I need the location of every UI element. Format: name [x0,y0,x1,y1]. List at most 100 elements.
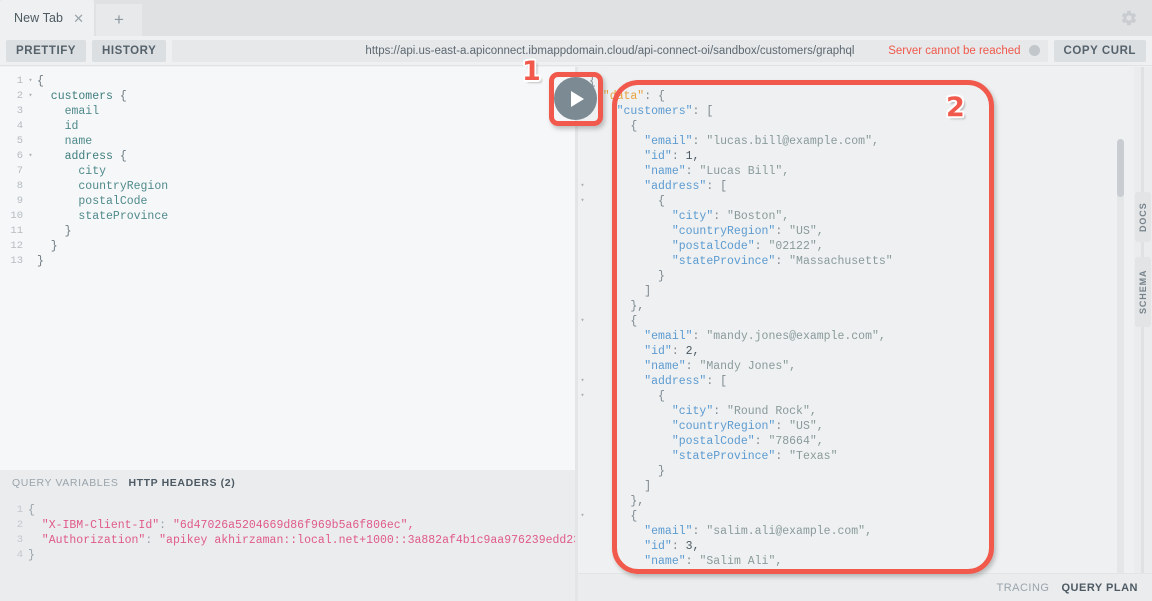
code-text: "email": "mandy.jones@example.com", [587,329,886,344]
connection-status: Server cannot be reached [888,40,1040,62]
code-token: : [692,525,707,538]
code-line: ▾ "customers": [ [578,104,1134,119]
code-line: 4} [0,548,578,563]
code-line: "countryRegion": "US", [578,224,1134,239]
fold-toggle-icon[interactable]: ▾ [578,509,587,524]
code-token: : [685,360,700,373]
code-token: "Massachusetts" [789,255,893,268]
tab-new-tab[interactable]: New Tab ✕ [0,0,95,36]
code-line: ▾ { [578,509,1134,524]
fold-toggle-icon[interactable]: ▾ [26,89,35,104]
execute-query-button[interactable] [552,75,599,122]
line-number: 11 [10,225,23,237]
code-token: "Mandy Jones", [699,360,797,373]
code-token: countryRegion [37,180,169,193]
fold-toggle-icon[interactable]: ▾ [578,374,587,389]
close-icon[interactable]: ✕ [73,12,84,25]
result-scrollbar[interactable] [1117,139,1124,573]
code-token: "email" [589,135,693,148]
code-line: ▾ "data": { [578,89,1134,104]
code-text: "city": "Round Rock", [587,404,817,419]
code-text: { [26,503,35,518]
code-line: ▾ { [578,119,1134,134]
code-token: : { [644,90,665,103]
fold-toggle-icon[interactable]: ▾ [578,314,587,329]
line-number: 3 [16,105,23,117]
fold-toggle-icon[interactable]: ▾ [578,179,587,194]
code-token: : [671,540,686,553]
play-icon [554,77,597,120]
code-line: 4 id [0,119,578,134]
tab-query-variables[interactable]: QUERY VARIABLES [12,477,118,489]
code-text: { [587,389,665,404]
code-token: { [119,150,127,163]
dock-tab-docs[interactable]: DOCS [1135,192,1151,242]
tab-http-headers[interactable]: HTTP HEADERS (2) [128,477,235,489]
code-line: "id": 3, [578,539,1134,554]
http-headers-code[interactable]: 1{2 "X-IBM-Client-Id": "6d47026a5204669d… [0,496,578,563]
code-token: : [671,345,686,358]
endpoint-url-field[interactable]: https://api.us-east-a.apiconnect.ibmappd… [172,39,1048,62]
query-editor-pane[interactable]: 1 ▾{2 ▾ customers {3 email 4 id 5 name 6 ▾ add… [0,67,578,470]
code-text: address { [35,149,127,164]
code-token: postalCode [37,195,148,208]
code-line: 13} [0,254,578,269]
code-token: email [37,105,100,118]
query-editor-code[interactable]: 1 ▾{2 ▾ customers {3 email 4 id 5 name 6 ▾ add… [0,67,578,269]
code-line: "stateProvince": "Texas" [578,449,1134,464]
history-button[interactable]: HISTORY [92,39,167,62]
code-token: "countryRegion" [589,225,776,238]
code-token: : [685,165,700,178]
code-token: : [ [706,180,728,193]
code-token: { [589,315,638,328]
code-text: "email": "salim.ali@example.com", [587,524,872,539]
code-line: 2 "X-IBM-Client-Id": "6d47026a5204669d86… [0,518,578,533]
code-line: ▾ { [578,389,1134,404]
graphiql-toolbar: PRETTIFY HISTORY https://api.us-east-a.a… [0,36,1152,66]
code-line: "name": "Salim Ali", [578,554,1134,569]
code-token: "mandy.jones@example.com", [706,330,886,343]
code-text: { [587,194,665,209]
code-token: { [589,510,638,523]
graphiql-app: New Tab ✕ + PRETTIFY HISTORY https://api… [0,0,1152,601]
code-line: "postalCode": "78664", [578,434,1134,449]
code-text: "city": "Boston", [587,209,789,224]
code-line: "id": 2, [578,344,1134,359]
line-number: 2 [16,519,23,531]
footer-tab-tracing[interactable]: TRACING [996,582,1049,594]
line-number: 2 [16,90,23,102]
code-text: id [35,119,79,134]
code-token: "78664", [768,435,824,448]
code-token: : [713,210,728,223]
code-text: }, [587,494,644,509]
code-line: 11 } [0,224,578,239]
code-token: "city" [589,210,714,223]
prettify-button[interactable]: PRETTIFY [6,39,86,62]
code-line: 12 } [0,239,578,254]
gear-icon[interactable] [1118,7,1140,29]
code-text: ] [587,479,651,494]
code-text: "name": "Lucas Bill", [587,164,789,179]
fold-toggle-icon[interactable]: ▾ [578,194,587,209]
dock-tab-schema[interactable]: SCHEMA [1135,257,1151,327]
plus-icon[interactable]: + [96,4,143,36]
code-text: "name": "Mandy Jones", [587,359,796,374]
fold-toggle-icon[interactable]: ▾ [578,389,587,404]
code-text: email [35,104,100,119]
copy-curl-button[interactable]: COPY CURL [1053,39,1146,62]
result-scrollbar-thumb[interactable] [1117,139,1124,197]
code-token: { [28,504,35,517]
fold-toggle-icon[interactable]: ▾ [26,74,35,89]
code-token: "name" [589,360,686,373]
code-token: }, [589,300,645,313]
code-token: "Round Rock", [727,405,817,418]
code-token: city [37,165,107,178]
variables-tab-strip: QUERY VARIABLES HTTP HEADERS (2) [0,470,578,496]
fold-toggle-icon[interactable]: ▾ [26,149,35,164]
code-text: } [26,548,35,563]
code-text: "name": "Salim Ali", [587,554,782,569]
result-pane[interactable]: ▾{▾ "data": {▾ "customers": [▾ { "email"… [578,67,1134,573]
code-token: "name" [589,165,686,178]
footer-tab-query-plan[interactable]: QUERY PLAN [1061,582,1138,594]
right-dock: DOCS SCHEMA [1134,67,1152,573]
